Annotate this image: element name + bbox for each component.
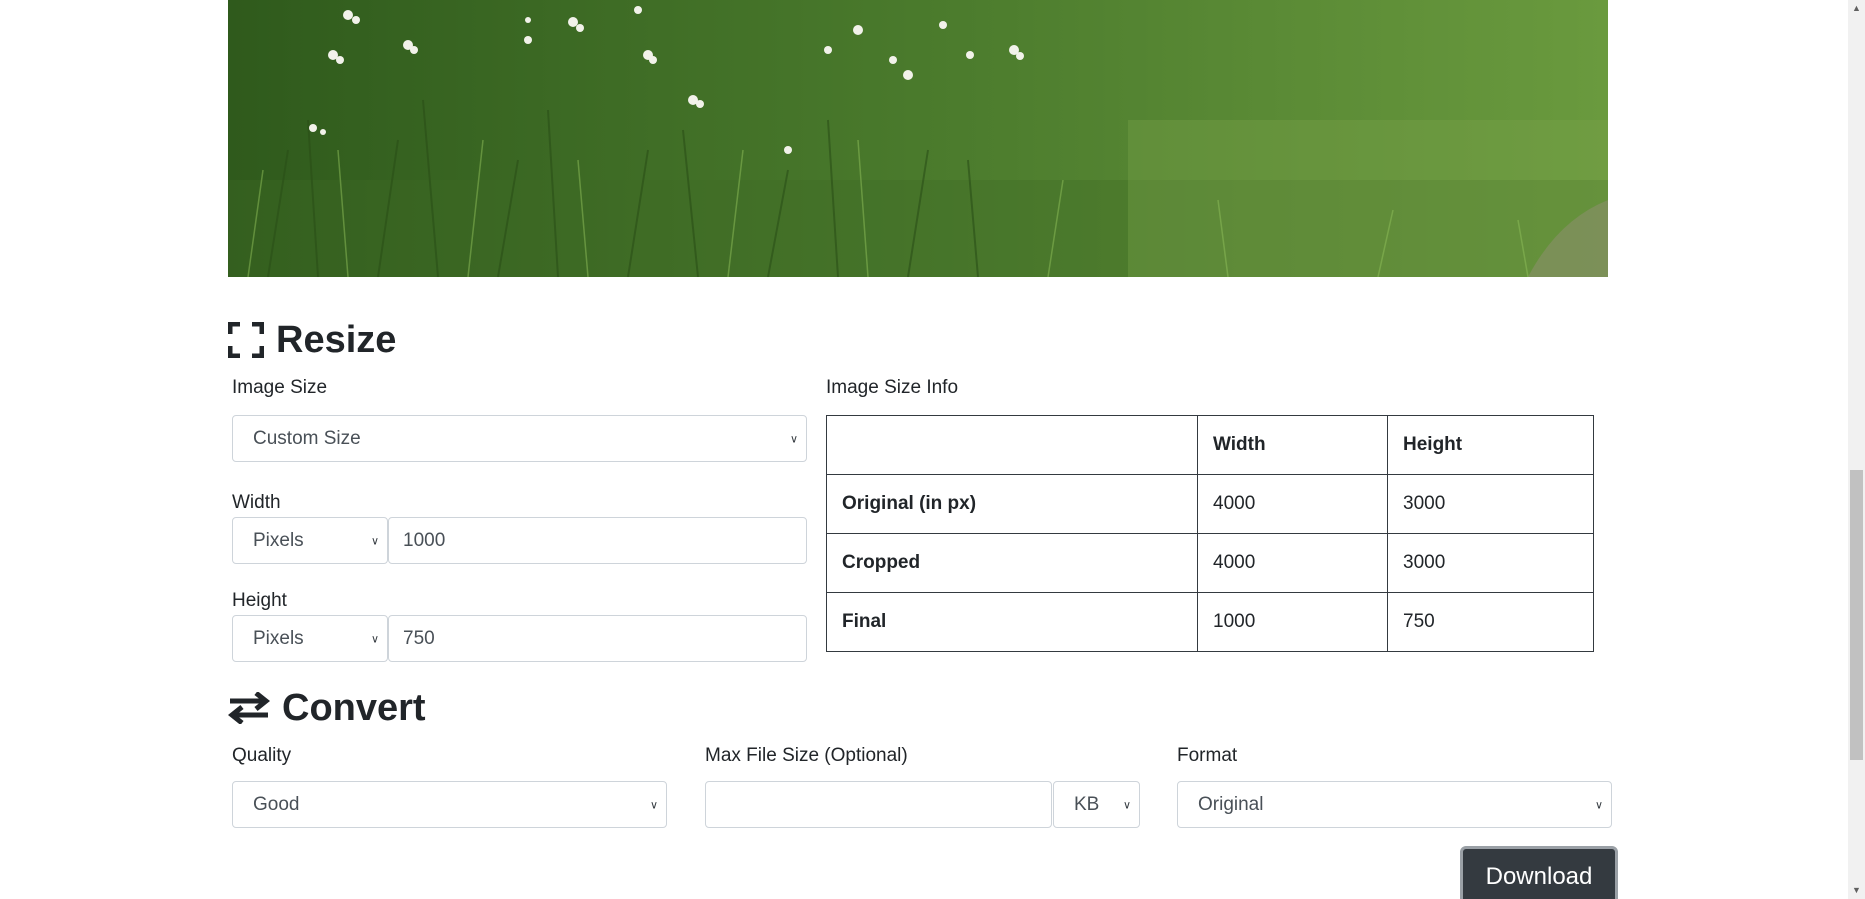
chevron-down-icon: ∨: [789, 433, 798, 445]
resize-heading: Resize: [228, 321, 396, 359]
max-file-size-input[interactable]: [705, 781, 1052, 828]
chevron-down-icon: ∨: [649, 799, 658, 811]
quality-select[interactable]: Good ∨: [232, 781, 667, 828]
row-label: Original (in px): [826, 474, 1198, 534]
chevron-down-icon: ∨: [370, 633, 379, 645]
scroll-up-arrow-icon[interactable]: ▲: [1848, 0, 1865, 17]
convert-title: Convert: [282, 687, 426, 729]
row-width: 4000: [1197, 474, 1388, 534]
height-unit-select[interactable]: Pixels ∨: [232, 615, 388, 662]
quality-value: Good: [253, 793, 300, 815]
table-header-height: Height: [1387, 415, 1594, 475]
height-input[interactable]: 750: [388, 615, 807, 662]
chevron-down-icon: ∨: [1122, 799, 1131, 811]
table-header-row: Width Height: [826, 415, 1594, 475]
width-input[interactable]: 1000: [388, 517, 807, 564]
image-size-info-label: Image Size Info: [826, 377, 959, 398]
row-height: 3000: [1387, 533, 1594, 593]
scrollbar-thumb[interactable]: [1850, 470, 1863, 760]
row-height: 750: [1387, 592, 1594, 652]
image-size-table: Width Height Original (in px) 4000 3000 …: [826, 415, 1594, 652]
row-label: Final: [826, 592, 1198, 652]
width-unit-value: Pixels: [253, 529, 304, 551]
row-label: Cropped: [826, 533, 1198, 593]
height-label: Height: [232, 590, 287, 611]
table-row: Original (in px) 4000 3000: [826, 474, 1594, 534]
format-select[interactable]: Original ∨: [1177, 781, 1612, 828]
table-header-empty: [826, 415, 1198, 475]
format-value: Original: [1198, 793, 1264, 815]
row-width: 1000: [1197, 592, 1388, 652]
page: Resize Image Size Custom Size ∨ Width Pi…: [0, 0, 1865, 899]
max-file-size-unit: KB: [1074, 793, 1100, 815]
max-file-size-unit-select[interactable]: KB ∨: [1053, 781, 1140, 828]
convert-heading: Convert: [228, 689, 426, 727]
height-unit-value: Pixels: [253, 627, 304, 649]
quality-label: Quality: [232, 745, 292, 766]
swap-arrows-icon: [228, 692, 270, 724]
width-unit-select[interactable]: Pixels ∨: [232, 517, 388, 564]
format-label: Format: [1177, 745, 1238, 766]
fullscreen-corners-icon: [228, 322, 264, 358]
max-file-size-label: Max File Size (Optional): [705, 745, 908, 766]
row-height: 3000: [1387, 474, 1594, 534]
table-header-width: Width: [1197, 415, 1388, 475]
image-preview: [228, 0, 1608, 277]
chevron-down-icon: ∨: [1594, 799, 1603, 811]
table-row: Final 1000 750: [826, 592, 1594, 652]
image-size-value: Custom Size: [253, 427, 361, 449]
image-size-label: Image Size: [232, 377, 328, 398]
chevron-down-icon: ∨: [370, 535, 379, 547]
table-row: Cropped 4000 3000: [826, 533, 1594, 593]
image-size-select[interactable]: Custom Size ∨: [232, 415, 807, 462]
resize-title: Resize: [276, 319, 397, 361]
height-value: 750: [403, 627, 435, 649]
row-width: 4000: [1197, 533, 1388, 593]
width-label: Width: [232, 492, 281, 513]
scroll-down-arrow-icon[interactable]: ▼: [1848, 882, 1865, 899]
width-value: 1000: [403, 529, 446, 551]
download-button[interactable]: Download: [1460, 846, 1618, 899]
page-scrollbar[interactable]: ▲ ▼: [1848, 0, 1865, 899]
